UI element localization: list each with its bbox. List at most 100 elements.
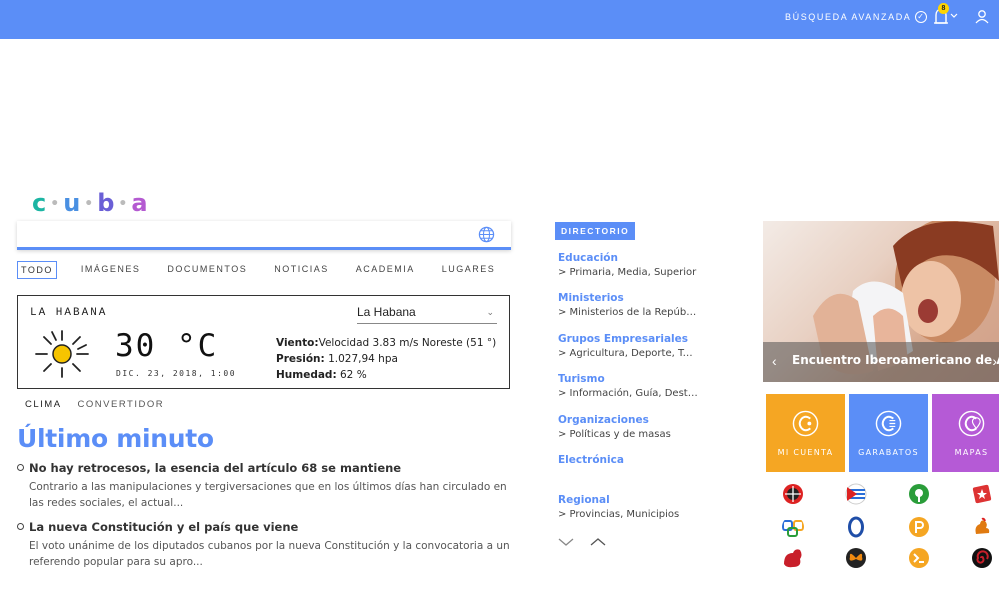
- category-subtitle[interactable]: > Políticas y de masas: [558, 429, 698, 440]
- directory-category: Organizaciones > Políticas y de masas: [558, 414, 698, 454]
- humidity-row: Humedad: 62 %: [276, 367, 496, 383]
- category-title[interactable]: Electrónica: [558, 454, 698, 466]
- weather-metrics: Viento:Velocidad 3.83 m/s Noreste (51 °)…: [276, 335, 496, 383]
- chevron-left-icon[interactable]: ‹: [772, 353, 777, 369]
- news-item[interactable]: La nueva Constitución y el país que vien…: [17, 520, 511, 570]
- directory-category: Electrónica: [558, 454, 698, 494]
- news-title[interactable]: No hay retrocesos, la esencia del artícu…: [29, 461, 511, 475]
- chevron-right-icon[interactable]: ›: [992, 353, 997, 369]
- category-subtitle[interactable]: > Ministerios de la Repúbli...: [558, 307, 698, 318]
- search-bar: [17, 221, 511, 250]
- globe-icon[interactable]: [478, 226, 495, 243]
- slider-caption[interactable]: Encuentro Iberoamericano de Al...: [792, 353, 999, 367]
- advanced-search-label: BÚSQUEDA AVANZADA: [785, 12, 912, 22]
- tab-imagenes[interactable]: IMÁGENES: [78, 261, 144, 279]
- weather-city: LA HABANA: [30, 307, 108, 319]
- tab-academia[interactable]: ACADEMIA: [353, 261, 418, 279]
- compass-app-icon[interactable]: [782, 483, 804, 505]
- pressure-row: Presión: 1.027,94 hpa: [276, 351, 496, 367]
- temperature: 30 °C: [115, 328, 219, 364]
- city-select[interactable]: La Habana ⌄: [357, 305, 497, 324]
- category-title[interactable]: Ministerios: [558, 292, 698, 304]
- category-subtitle[interactable]: > Provincias, Municipios: [558, 509, 698, 520]
- search-input[interactable]: [23, 225, 473, 245]
- humidity-value: 62 %: [340, 369, 367, 381]
- tab-todo[interactable]: TODO: [17, 261, 57, 279]
- category-title[interactable]: Grupos Empresariales: [558, 333, 698, 345]
- category-title[interactable]: Regional: [558, 494, 698, 506]
- notifications-button[interactable]: 8: [932, 3, 960, 28]
- wind-row: Viento:Velocidad 3.83 m/s Noreste (51 °): [276, 335, 496, 351]
- directory-category: Ministerios > Ministerios de la Repúbli.…: [558, 292, 698, 332]
- scribble-icon: [875, 410, 902, 437]
- pressure-label: Presión:: [276, 353, 325, 365]
- news-summary: Contrario a las manipulaciones y tergive…: [29, 481, 507, 509]
- rooster-app-icon[interactable]: [971, 516, 993, 538]
- user-account-button[interactable]: [975, 9, 989, 25]
- wind-label: Viento:: [276, 337, 319, 349]
- widget-tabs: CLIMA CONVERTIDOR: [25, 399, 164, 410]
- tile-label: GARABATOS: [858, 448, 919, 457]
- logo-letter-u: u: [63, 189, 82, 217]
- directory-category: Educación > Primaria, Media, Superior: [558, 252, 698, 292]
- chevron-down-icon[interactable]: [558, 536, 574, 548]
- tree-app-icon[interactable]: [908, 483, 930, 505]
- category-subtitle[interactable]: > Información, Guía, Destin...: [558, 388, 698, 399]
- category-subtitle[interactable]: > Primaria, Media, Superior: [558, 267, 698, 278]
- notification-badge: 8: [938, 3, 949, 14]
- news-title[interactable]: La nueva Constitución y el país que vien…: [29, 520, 511, 534]
- latest-news-heading: Último minuto: [17, 424, 214, 453]
- flag-app-icon[interactable]: [845, 483, 867, 505]
- search-tabs: TODO IMÁGENES DOCUMENTOS NOTICIAS ACADEM…: [17, 261, 519, 279]
- chevron-up-icon[interactable]: [590, 536, 606, 548]
- news-list: No hay retrocesos, la esencia del artícu…: [17, 461, 511, 579]
- tile-mi-cuenta[interactable]: MI CUENTA: [766, 394, 845, 472]
- spiral-app-icon[interactable]: [971, 547, 993, 569]
- user-icon: [975, 10, 989, 24]
- star-app-icon[interactable]: [971, 483, 993, 505]
- account-icon: [792, 410, 819, 437]
- tab-noticias[interactable]: NOTICIAS: [271, 261, 332, 279]
- tab-convertidor[interactable]: CONVERTIDOR: [78, 399, 165, 410]
- tab-documentos[interactable]: DOCUMENTOS: [164, 261, 250, 279]
- wind-value: Velocidad 3.83 m/s Noreste (51 °): [318, 337, 497, 349]
- news-summary: El voto unánime de los diputados cubanos…: [29, 540, 510, 568]
- slider-caption-bar: ‹ Encuentro Iberoamericano de Al... ›: [763, 342, 999, 382]
- directory-header: DIRECTORIO: [555, 222, 636, 240]
- check-circle-icon: ✓: [915, 11, 928, 23]
- shape-app-icon[interactable]: [782, 547, 804, 569]
- tile-garabatos[interactable]: GARABATOS: [849, 394, 928, 472]
- category-title[interactable]: Organizaciones: [558, 414, 698, 426]
- tab-clima[interactable]: CLIMA: [25, 399, 62, 410]
- category-title[interactable]: Turismo: [558, 373, 698, 385]
- logo-dot: •: [84, 196, 95, 212]
- advanced-search-link[interactable]: BÚSQUEDA AVANZADA ✓: [785, 11, 928, 23]
- link-app-icon[interactable]: [782, 516, 804, 538]
- pressure-value: 1.027,94 hpa: [328, 353, 398, 365]
- directory-list: Educación > Primaria, Media, Superior Mi…: [558, 252, 698, 535]
- map-pin-icon: [958, 410, 985, 437]
- logo-dot: •: [50, 196, 61, 212]
- tile-mapas[interactable]: MAPAS: [932, 394, 999, 472]
- category-title[interactable]: Educación: [558, 252, 698, 264]
- bullet-icon: [17, 523, 24, 530]
- directory-category: Grupos Empresariales > Agricultura, Depo…: [558, 333, 698, 373]
- cuba-logo[interactable]: c • u • b • a: [32, 189, 149, 217]
- chevron-down-icon: ⌄: [486, 307, 494, 317]
- featured-slider[interactable]: ‹ Encuentro Iberoamericano de Al... ›: [763, 221, 999, 382]
- top-bar: BÚSQUEDA AVANZADA ✓ 8: [0, 0, 999, 39]
- city-select-value: La Habana: [357, 305, 416, 319]
- news-item[interactable]: No hay retrocesos, la esencia del artícu…: [17, 461, 511, 511]
- directory-scroll: [558, 536, 606, 548]
- weather-widget: LA HABANA La Habana ⌄ 30 °C DIC. 23, 201…: [17, 295, 510, 389]
- bullet-icon: [17, 464, 24, 471]
- terminal-app-icon[interactable]: [908, 547, 930, 569]
- logo-letter-c: c: [32, 189, 48, 217]
- category-subtitle[interactable]: > Agricultura, Deporte, Tur...: [558, 348, 698, 359]
- sun-icon: [35, 330, 89, 378]
- p-app-icon[interactable]: [908, 516, 930, 538]
- tab-lugares[interactable]: LUGARES: [439, 261, 499, 279]
- butterfly-app-icon[interactable]: [845, 547, 867, 569]
- zero-app-icon[interactable]: [845, 516, 867, 538]
- logo-letter-b: b: [97, 189, 116, 217]
